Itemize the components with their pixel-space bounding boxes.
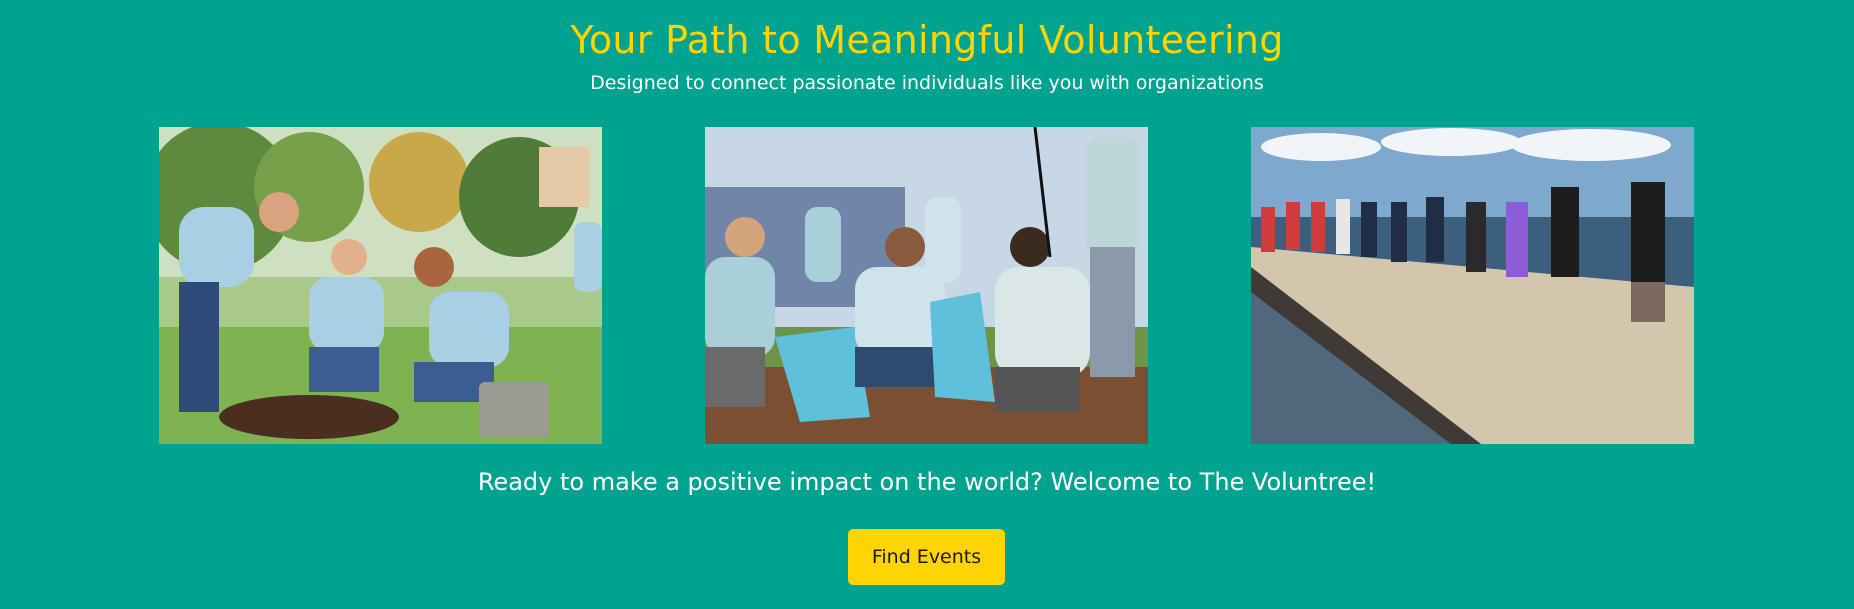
hero-section: Your Path to Meaningful Volunteering Des… [0,0,1854,609]
page-subtitle: Designed to connect passionate individua… [590,72,1264,94]
tagline: Ready to make a positive impact on the w… [477,468,1377,496]
photo-gallery [0,127,1854,444]
find-events-button[interactable]: Find Events [848,529,1005,585]
tree-planting-photo [159,127,602,444]
coastal-cleanup-photo [1251,127,1694,444]
page-title: Your Path to Meaningful Volunteering [570,18,1284,62]
park-cleanup-photo [705,127,1148,444]
